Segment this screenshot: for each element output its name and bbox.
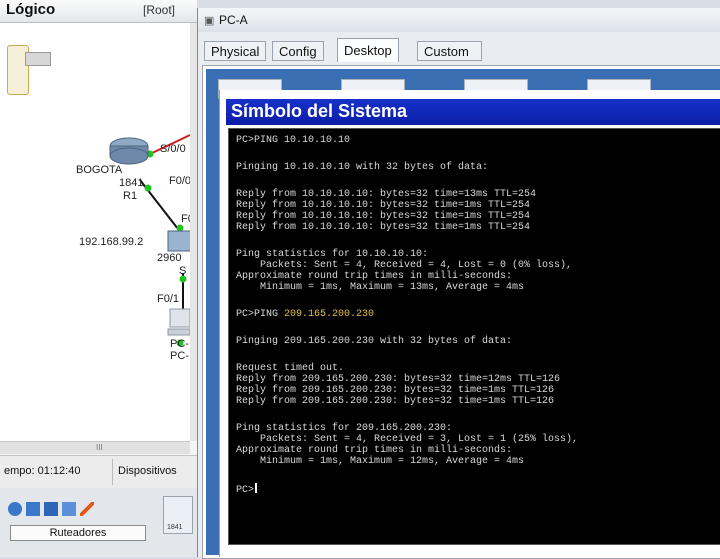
label-f00: F0/0	[169, 175, 192, 187]
tab-custom-interface[interactable]: Custom Interface	[417, 41, 482, 79]
terminal-line: Approximate round trip times in milli-se…	[236, 271, 513, 282]
realtime-status-bar: empo: 01:12:40 Dispositivos	[0, 455, 197, 488]
terminal-line: Reply from 10.10.10.10: bytes=32 time=1m…	[236, 211, 531, 222]
terminal-line: Reply from 10.10.10.10: bytes=32 time=1m…	[236, 222, 531, 233]
tab-physical[interactable]: Physical	[204, 41, 267, 61]
tab-desktop[interactable]: Desktop	[337, 38, 399, 62]
command-prompt-window: Símbolo del Sistema PC>PING 10.10.10.10 …	[219, 90, 720, 557]
logical-workspace: Lógico [Root] S/0/0 BOGOTA 1841 R1 F0/0 …	[0, 0, 197, 557]
window-title: PC-A	[219, 13, 248, 27]
label-r1-model: 1841	[119, 177, 144, 189]
terminal-input-line[interactable]: PC>	[236, 483, 258, 496]
command-prompt-title: Símbolo del Sistema	[231, 101, 408, 121]
terminal-line: Ping statistics for 209.165.200.230:	[236, 423, 453, 434]
workspace-vertical-scrollbar[interactable]	[190, 23, 197, 441]
terminal-line: Pinging 10.10.10.10 with 32 bytes of dat…	[236, 162, 489, 173]
tile-label: 1841	[167, 524, 183, 531]
terminal-line: Reply from 209.165.200.230: bytes=32 tim…	[236, 374, 561, 385]
hub-category-icon[interactable]	[44, 502, 58, 516]
label-pc1: PC-	[170, 338, 189, 350]
tab-config[interactable]: Config	[272, 41, 324, 61]
category-label: Ruteadores	[10, 525, 146, 541]
terminal-line: Reply from 209.165.200.230: bytes=32 tim…	[236, 385, 555, 396]
terminal-line: Minimum = 1ms, Maximum = 12ms, Average =…	[236, 456, 525, 467]
devices-tab[interactable]: Dispositivos	[118, 465, 177, 477]
connection-category-icon[interactable]	[80, 502, 94, 516]
terminal-line: Approximate round trip times in milli-se…	[236, 445, 513, 456]
terminal-line: Reply from 10.10.10.10: bytes=32 time=13…	[236, 189, 537, 200]
wireless-category-icon[interactable]	[62, 502, 76, 516]
text-cursor	[255, 483, 258, 493]
terminal-line: Reply from 209.165.200.230: bytes=32 tim…	[236, 396, 555, 407]
label-bogota: BOGOTA	[76, 164, 123, 176]
terminal-line: Minimum = 1ms, Maximum = 13ms, Average =…	[236, 282, 525, 293]
terminal-line: Packets: Sent = 4, Received = 4, Lost = …	[236, 260, 573, 271]
root-button[interactable]: [Root]	[143, 3, 175, 17]
router-r1-icon	[109, 137, 149, 165]
command-ip: 10.10.10.10	[284, 135, 351, 146]
workspace-title: Lógico	[6, 1, 56, 18]
terminal-line: PC>PING 10.10.10.10	[236, 135, 350, 146]
scroll-grip[interactable]: III	[96, 443, 103, 452]
terminal-line: Request timed out.	[236, 363, 345, 374]
terminal-line: Ping statistics for 10.10.10.10:	[236, 249, 429, 260]
label-s: S	[179, 265, 187, 277]
status-divider	[112, 459, 113, 485]
port-status-sw-fa	[176, 224, 184, 232]
label-s00: S/0/0	[160, 143, 186, 155]
switch-2960-icon	[167, 230, 190, 252]
topology-links	[109, 134, 190, 347]
pc-icon	[167, 308, 190, 336]
device-panel: Ruteadores 1841	[0, 488, 197, 557]
command-text: PC>PING	[236, 135, 285, 146]
window-titlebar[interactable]: ▣ PC-A	[198, 8, 720, 32]
command-ip-highlight: 209.165.200.230	[284, 309, 375, 320]
workspace-toolbar: Lógico [Root]	[0, 0, 197, 23]
time-display: empo: 01:12:40	[4, 465, 81, 477]
current-prompt: PC>	[236, 485, 255, 496]
command-prompt-titlebar[interactable]: Símbolo del Sistema	[226, 99, 720, 125]
label-switch-model: 2960	[157, 252, 182, 264]
label-r1-name: R1	[123, 190, 138, 202]
router-1841-tile[interactable]: 1841	[163, 496, 193, 534]
label-f01: F0/1	[157, 293, 180, 305]
port-status-r1-f00	[144, 184, 152, 192]
label-ip: 192.168.99.2	[79, 236, 144, 248]
pc-window-icon: ▣	[204, 15, 215, 27]
switch-category-icon[interactable]	[26, 502, 40, 516]
terminal-output[interactable]: PC>PING 10.10.10.10 Pinging 10.10.10.10 …	[228, 128, 720, 545]
terminal-line: Packets: Sent = 4, Received = 3, Lost = …	[236, 434, 579, 445]
topology-canvas[interactable]: S/0/0 BOGOTA 1841 R1 F0/0 F0 192.168.99.…	[0, 23, 194, 441]
command-text: PC>PING	[236, 309, 285, 320]
terminal-line: PC>PING 209.165.200.230	[236, 309, 374, 320]
terminal-line: Pinging 209.165.200.230 with 32 bytes of…	[236, 336, 513, 347]
terminal-line: Reply from 10.10.10.10: bytes=32 time=1m…	[236, 200, 531, 211]
device-category-icons	[8, 502, 98, 521]
label-pc2: PC-	[170, 350, 189, 362]
router-category-icon[interactable]	[8, 502, 22, 516]
workspace-horizontal-scrollbar[interactable]: III	[0, 441, 190, 454]
